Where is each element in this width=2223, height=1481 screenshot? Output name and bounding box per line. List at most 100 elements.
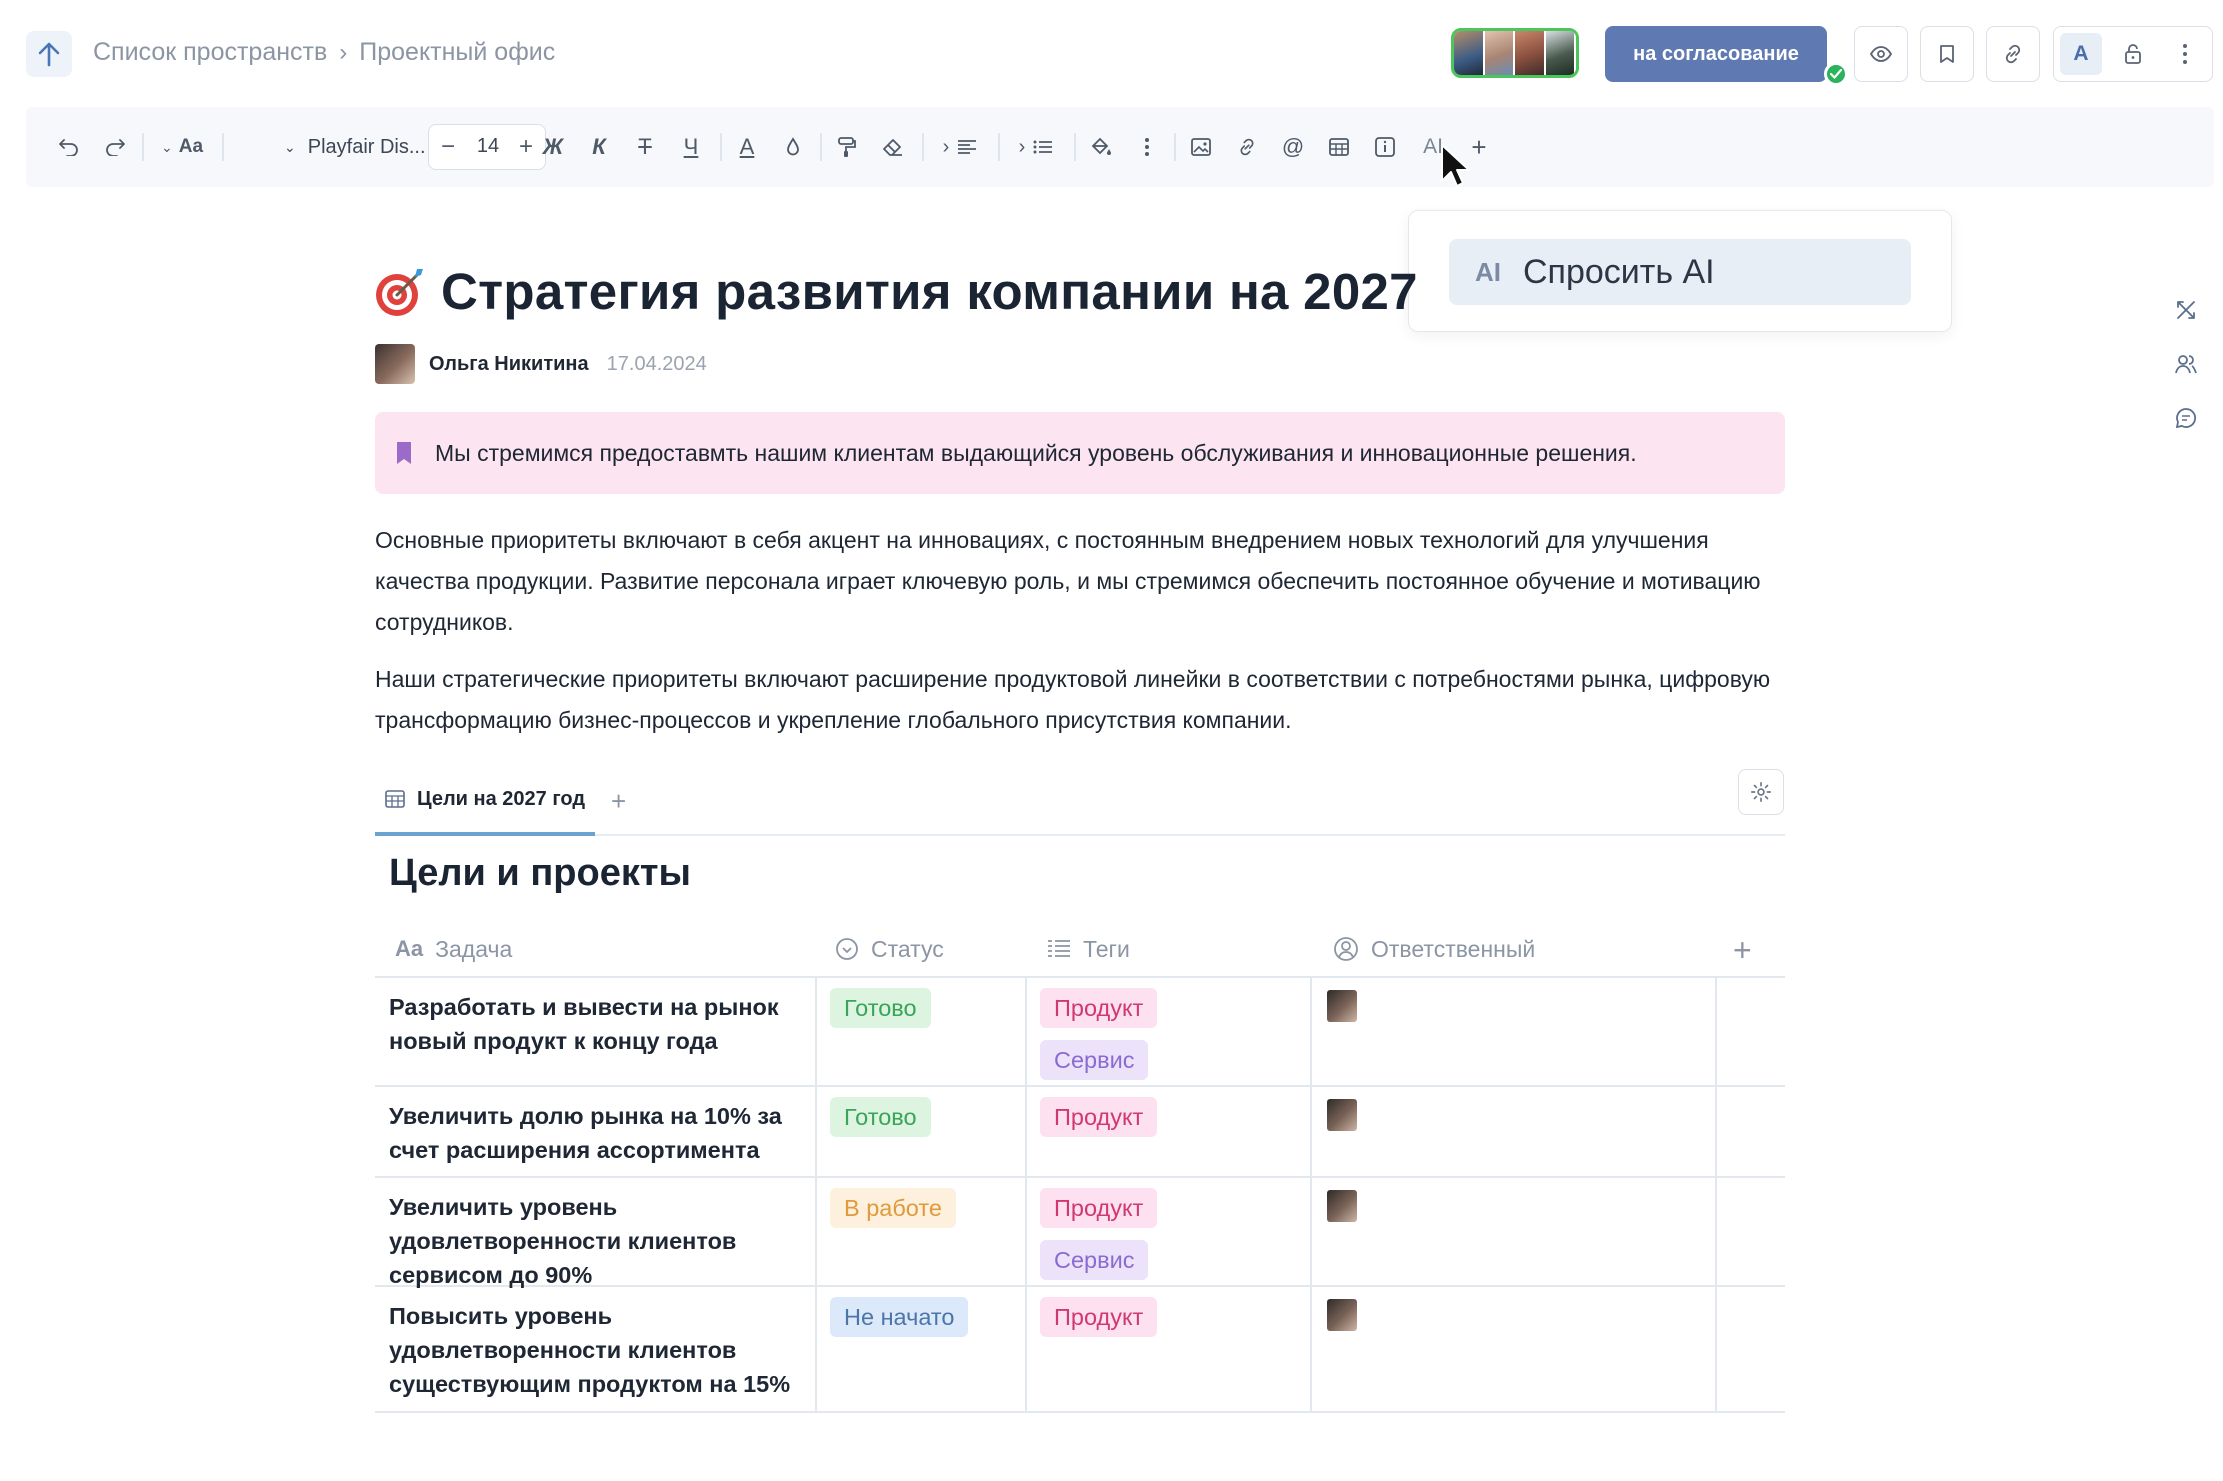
more-vertical-icon bbox=[2183, 44, 2187, 64]
view-button[interactable] bbox=[1854, 26, 1908, 82]
undo-button[interactable] bbox=[52, 127, 86, 167]
bookmark-button[interactable] bbox=[1920, 26, 1974, 82]
more-options-button[interactable] bbox=[2164, 33, 2206, 75]
avatar bbox=[1545, 31, 1576, 75]
column-header-owner[interactable]: Ответственный bbox=[1333, 920, 1535, 978]
mission-callout[interactable]: Мы стремимся предоставмть нашим клиентам… bbox=[375, 412, 1785, 494]
mention-button[interactable]: @ bbox=[1276, 127, 1310, 167]
divider bbox=[1025, 1178, 1027, 1285]
status-badge[interactable]: Готово bbox=[830, 988, 931, 1028]
paint-roller-icon bbox=[838, 137, 856, 157]
owner-avatar[interactable] bbox=[1327, 1099, 1357, 1131]
tag-badge[interactable]: Сервис bbox=[1040, 1040, 1149, 1080]
status-badge[interactable]: В работе bbox=[830, 1188, 956, 1228]
strikethrough-button[interactable]: Т bbox=[628, 127, 662, 167]
insert-table-button[interactable] bbox=[1322, 127, 1356, 167]
italic-button[interactable]: К bbox=[582, 127, 616, 167]
tag-badge[interactable]: Продукт bbox=[1040, 1188, 1158, 1228]
table-row[interactable]: Увеличить долю рынка на 10% за счет расш… bbox=[375, 1087, 1785, 1178]
divider bbox=[1310, 1287, 1312, 1411]
tools-rail-button[interactable] bbox=[2172, 296, 2200, 324]
link-icon bbox=[2005, 44, 2021, 64]
font-family-select[interactable]: ⌄ Playfair Dis... bbox=[284, 127, 426, 167]
lock-button[interactable] bbox=[2112, 33, 2154, 75]
divider bbox=[1025, 1087, 1027, 1176]
breadcrumb-item-spaces[interactable]: Список пространств bbox=[93, 38, 327, 67]
owner-avatar[interactable] bbox=[1327, 1190, 1357, 1222]
paint-bucket-icon bbox=[1091, 137, 1111, 155]
separator bbox=[1074, 133, 1076, 161]
formatting-toolbar: ⌄ Aa ⌄ Playfair Dis... − 14 + Ж К Т Ч A … bbox=[26, 107, 2214, 187]
callout-text: Мы стремимся предоставмть нашим клиентам… bbox=[435, 439, 1637, 466]
owner-avatar[interactable] bbox=[1327, 990, 1357, 1022]
breadcrumb-item-project-office[interactable]: Проектный офис bbox=[359, 38, 555, 67]
underline-button[interactable]: Ч bbox=[674, 127, 708, 167]
separator bbox=[142, 133, 144, 161]
text-style-dropdown[interactable]: ⌄ Aa bbox=[152, 127, 212, 167]
redo-button[interactable] bbox=[98, 127, 132, 167]
author-name[interactable]: Ольга Никитина bbox=[429, 353, 589, 376]
status-badge[interactable]: Не начато bbox=[830, 1297, 969, 1337]
navigate-up-button[interactable] bbox=[26, 31, 72, 77]
divider bbox=[1310, 978, 1312, 1085]
task-title[interactable]: Повысить уровень удовлетворенности клиен… bbox=[389, 1299, 799, 1401]
copy-link-button[interactable] bbox=[1986, 26, 2040, 82]
check-icon bbox=[1824, 62, 1848, 86]
text-type-icon: Aa bbox=[395, 936, 424, 961]
decrease-size-button[interactable]: − bbox=[433, 131, 463, 163]
users-icon bbox=[2175, 355, 2197, 374]
insert-image-button[interactable] bbox=[1184, 127, 1218, 167]
approval-status-button[interactable]: на согласование bbox=[1605, 26, 1827, 82]
text-color-button[interactable]: A bbox=[730, 127, 764, 167]
divider bbox=[815, 978, 817, 1085]
format-painter-button[interactable] bbox=[830, 127, 864, 167]
tag-badge[interactable]: Сервис bbox=[1040, 1240, 1149, 1280]
paragraph[interactable]: Наши стратегические приоритеты включают … bbox=[375, 659, 1795, 741]
clear-format-button[interactable] bbox=[876, 127, 910, 167]
table-row[interactable]: Увеличить уровень удовлетворенности клие… bbox=[375, 1178, 1785, 1288]
users-rail-button[interactable] bbox=[2172, 350, 2200, 378]
collaborators-avatars[interactable] bbox=[1451, 28, 1579, 78]
paragraph[interactable]: Основные приоритеты включают в себя акце… bbox=[375, 520, 1795, 643]
owner-avatar[interactable] bbox=[1327, 1299, 1357, 1331]
table-row[interactable]: Разработать и вывести на рынок новый про… bbox=[375, 978, 1785, 1087]
database-settings-button[interactable] bbox=[1738, 769, 1784, 815]
bold-button[interactable]: Ж bbox=[536, 127, 570, 167]
task-title[interactable]: Разработать и вывести на рынок новый про… bbox=[389, 990, 799, 1058]
task-title[interactable]: Увеличить долю рынка на 10% за счет расш… bbox=[389, 1099, 799, 1167]
align-dropdown[interactable]: › bbox=[932, 127, 988, 167]
column-header-tags[interactable]: Теги bbox=[1047, 920, 1130, 978]
chevron-right-icon: › bbox=[1018, 135, 1026, 158]
tag-badge[interactable]: Продукт bbox=[1040, 988, 1158, 1028]
divider bbox=[1310, 1087, 1312, 1176]
document-settings-group: A bbox=[2053, 26, 2213, 82]
divider bbox=[815, 1287, 817, 1411]
list-dropdown[interactable]: › bbox=[1008, 127, 1064, 167]
ask-ai-menu-item[interactable]: AI Спросить AI bbox=[1449, 239, 1911, 305]
insert-link-button[interactable] bbox=[1230, 127, 1264, 167]
status-badge[interactable]: Готово bbox=[830, 1097, 931, 1137]
column-header-task[interactable]: Aa Задача bbox=[395, 920, 512, 978]
column-label: Статус bbox=[871, 935, 944, 962]
comments-rail-button[interactable] bbox=[2172, 404, 2200, 432]
insert-info-button[interactable] bbox=[1368, 127, 1402, 167]
table-header: Aa Задача Статус Теги Ответственный + bbox=[375, 920, 1785, 978]
highlight-button[interactable] bbox=[776, 127, 810, 167]
task-title[interactable]: Увеличить уровень удовлетворенности клие… bbox=[389, 1190, 799, 1292]
font-size-value[interactable]: 14 bbox=[464, 135, 512, 158]
page-title[interactable]: Стратегия развития компании на 2027 bbox=[441, 262, 1418, 321]
avatar[interactable] bbox=[375, 344, 415, 384]
chevron-right-icon: › bbox=[942, 135, 950, 158]
add-column-button[interactable]: + bbox=[1733, 932, 1752, 969]
fill-color-button[interactable] bbox=[1084, 127, 1118, 167]
more-format-button[interactable] bbox=[1130, 127, 1164, 167]
column-header-status[interactable]: Статус bbox=[835, 920, 944, 978]
database-title[interactable]: Цели и проекты bbox=[389, 852, 691, 895]
tag-badge[interactable]: Продукт bbox=[1040, 1097, 1158, 1137]
tag-badge[interactable]: Продукт bbox=[1040, 1297, 1158, 1337]
table-row[interactable]: Повысить уровень удовлетворенности клиен… bbox=[375, 1287, 1785, 1413]
tab-goals-2027[interactable]: Цели на 2027 год bbox=[375, 766, 595, 836]
add-view-button[interactable]: + bbox=[611, 786, 626, 817]
format-toggle-button[interactable]: A bbox=[2060, 33, 2102, 75]
divider bbox=[1025, 978, 1027, 1085]
